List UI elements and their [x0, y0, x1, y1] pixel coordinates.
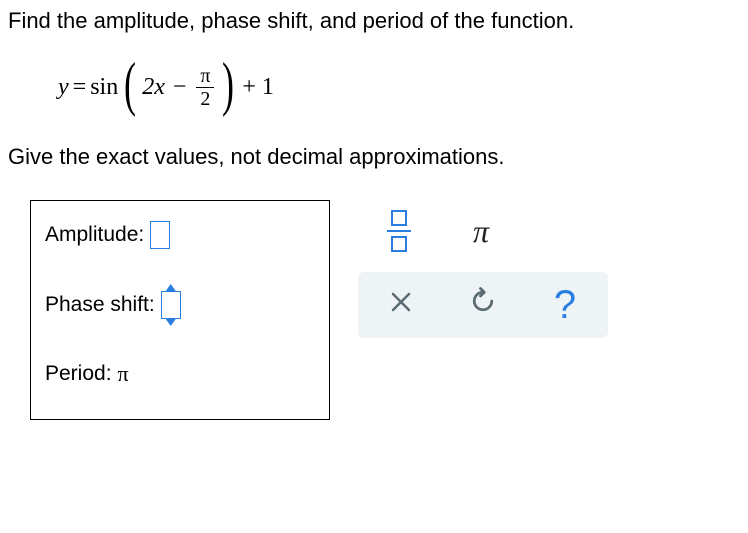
period-row: Period: π: [45, 361, 315, 387]
var-y: y: [58, 74, 69, 101]
help-icon: ?: [554, 283, 576, 328]
reset-button[interactable]: [442, 274, 524, 336]
sin-fn: sin: [90, 74, 118, 101]
answer-box: Amplitude: Phase shift: Period: π: [30, 200, 330, 420]
answer-area: Amplitude: Phase shift: Period: π: [8, 200, 740, 420]
fraction-button[interactable]: [358, 200, 440, 262]
pi-icon: π: [473, 213, 489, 250]
tool-panel: π ?: [358, 200, 608, 338]
fraction-icon: [387, 210, 411, 252]
function-equation: y = sin ( 2x − π 2 ) + 1: [58, 52, 740, 122]
question-text: Find the amplitude, phase shift, and per…: [8, 8, 740, 34]
amplitude-label: Amplitude:: [45, 223, 144, 247]
help-button[interactable]: ?: [524, 274, 606, 336]
period-value[interactable]: π: [118, 361, 129, 387]
phase-shift-label: Phase shift:: [45, 293, 155, 317]
tool-row-bottom: ?: [358, 272, 608, 338]
minus-sign: −: [173, 74, 187, 101]
clear-button[interactable]: [360, 274, 442, 336]
frac-numerator: π: [198, 65, 212, 87]
pi-button[interactable]: π: [440, 200, 522, 262]
caret-down-icon: [166, 319, 176, 326]
fraction-pi-over-2: π 2: [196, 65, 214, 110]
amplitude-row: Amplitude:: [45, 221, 315, 249]
phase-shift-row: Phase shift:: [45, 291, 315, 319]
caret-up-icon: [166, 284, 176, 291]
period-label: Period:: [45, 362, 112, 386]
tool-row-top: π: [358, 200, 608, 262]
amplitude-input[interactable]: [150, 221, 170, 249]
reset-icon: [468, 286, 498, 324]
term-2x: 2x: [142, 74, 165, 101]
equals-sign: =: [73, 74, 87, 101]
phase-shift-input[interactable]: [161, 291, 181, 319]
plus-one: + 1: [242, 74, 274, 101]
frac-denominator: 2: [196, 87, 214, 110]
instruction-text: Give the exact values, not decimal appro…: [8, 144, 740, 170]
close-icon: [390, 291, 412, 320]
